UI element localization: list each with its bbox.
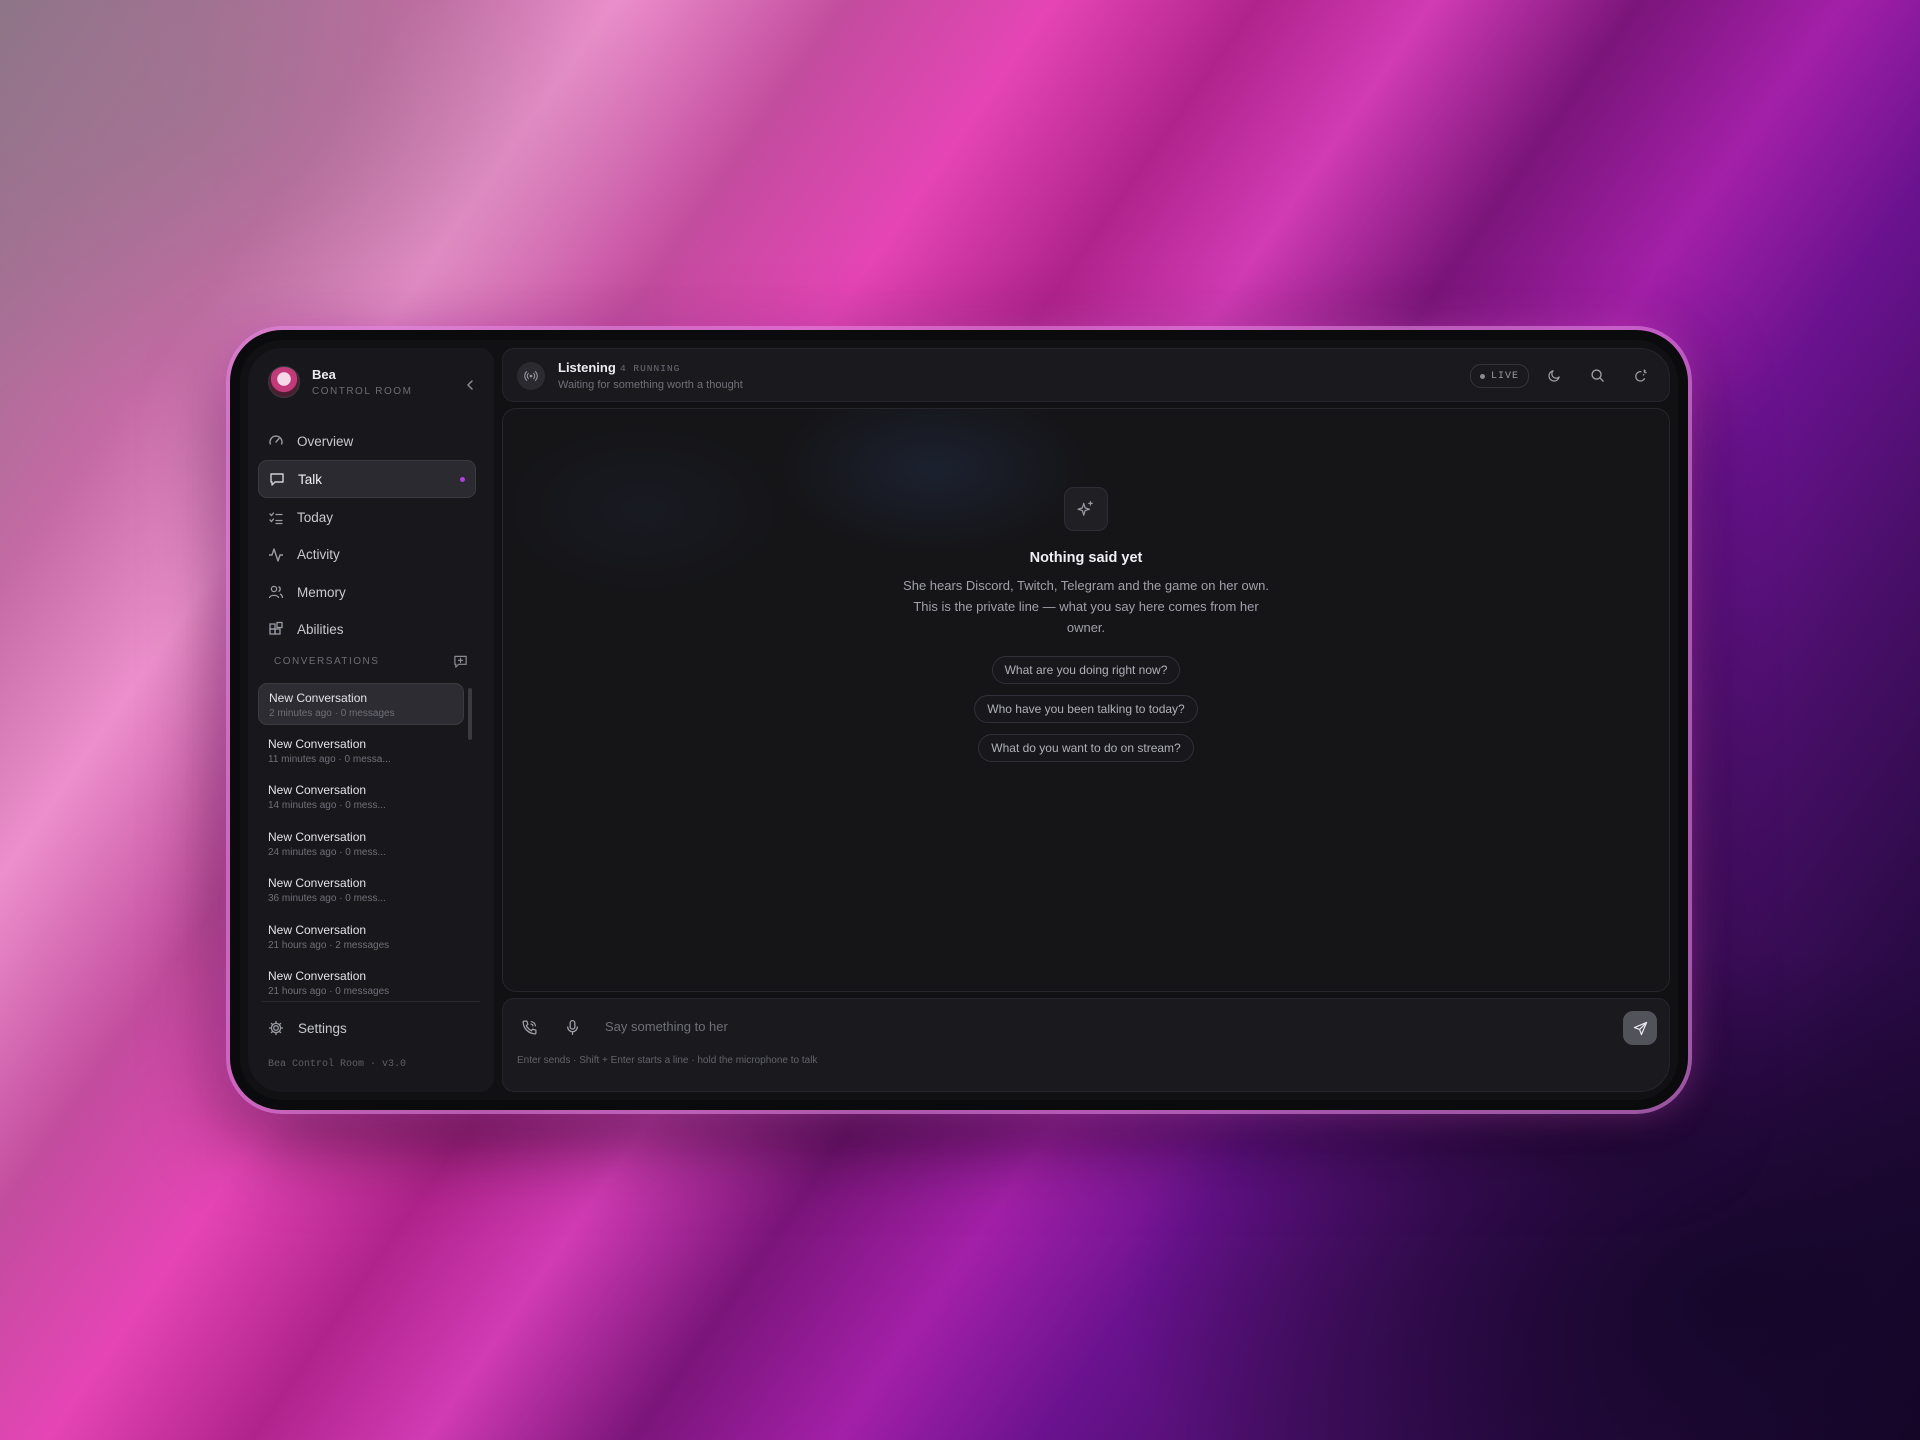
version-label: Bea Control Room · v3.0 [268,1059,407,1070]
empty-description: She hears Discord, Twitch, Telegram and … [903,578,1269,635]
microphone-icon[interactable] [564,1019,582,1037]
empty-title: Nothing said yet [1029,550,1143,566]
suggestion-list: What are you doing right now? Who have y… [503,656,1669,773]
send-button[interactable] [1623,1011,1657,1045]
status-title: Listening [558,360,616,375]
brand-subtitle: CONTROL ROOM [312,386,413,397]
nav-label: Overview [297,433,354,449]
nav-item-activity[interactable]: Activity [258,537,476,573]
nav-label: Today [297,510,334,526]
live-badge[interactable]: LIVE [1469,364,1529,388]
conversation-name: New Conversation [268,876,367,890]
sparkles-icon [1064,487,1108,531]
conversation-item[interactable]: New Conversation 21 hours ago · 0 messag… [258,962,464,1004]
live-label: LIVE [1490,370,1519,382]
suggestion-chip[interactable]: What do you want to do on stream? [978,734,1194,762]
empty-state: Nothing said yet She hears Discord, Twit… [503,487,1669,773]
conversation-item[interactable]: New Conversation 14 minutes ago · 0 mess… [258,776,464,818]
search-icon[interactable] [1586,364,1608,386]
conversation-name: New Conversation [268,922,367,937]
conversation-name: New Conversation [268,736,367,751]
message-square-icon [270,473,284,486]
conversation-item[interactable]: New Conversation 36 minutes ago · 0 mess… [258,869,464,911]
conversations-heading: CONVERSATIONS [274,656,380,667]
app-screen: Bea CONTROL ROOM Overview Talk Today Act… [240,340,1678,1100]
conversation-meta: 2 minutes ago · 0 messages [269,708,395,719]
conversation-name: New Conversation [268,783,367,797]
suggestion-chip[interactable]: Who have you been talking to today? [974,695,1198,723]
nav-label: Activity [297,547,340,563]
message-input[interactable] [603,1018,1367,1035]
broadcast-icon [517,362,545,390]
conversation-item[interactable]: New Conversation 11 minutes ago · 0 mess… [258,730,464,772]
nav-label: Memory [297,584,346,600]
conversation-name: New Conversation [268,829,367,844]
active-indicator [460,476,465,482]
settings-button[interactable]: Settings [268,1010,347,1046]
live-dot [1479,373,1485,379]
gear-icon [268,1020,284,1036]
suggestion-chip[interactable]: What are you doing right now? [991,656,1181,684]
running-count: 4 RUNNING [620,363,681,374]
conversation-name: New Conversation [269,691,368,705]
status-subtitle: Waiting for something worth a thought [558,379,743,391]
users-icon [268,585,284,599]
avatar[interactable] [268,366,300,398]
phone-call-icon[interactable] [521,1019,539,1037]
message-plus-icon[interactable] [453,654,468,669]
conversation-item[interactable]: New Conversation 24 minutes ago · 0 mess… [258,823,464,865]
nav-item-memory[interactable]: Memory [258,574,476,610]
conversation-list: New Conversation 2 minutes ago · 0 messa… [258,683,464,1009]
conversation-meta: 36 minutes ago · 0 mess... [268,893,386,904]
nav-item-overview[interactable]: Overview [258,423,476,459]
sidebar-divider [262,1001,480,1002]
status-bar: Listening 4 RUNNING Waiting for somethin… [502,348,1670,402]
conversation-item[interactable]: New Conversation 2 minutes ago · 0 messa… [258,683,464,725]
nav-item-abilities[interactable]: Abilities [258,611,476,647]
activity-icon [269,548,283,562]
conversation-meta: 21 hours ago · 0 messages [268,986,390,997]
conversation-name: New Conversation [268,969,367,983]
nav-item-today[interactable]: Today [258,500,476,536]
send-icon [1633,1021,1647,1035]
composer-hint: Enter sends · Shift + Enter starts a lin… [517,1055,818,1066]
conversation-meta: 24 minutes ago · 0 mess... [268,846,386,858]
conversation-meta: 21 hours ago · 2 messages [268,939,390,951]
conversation-meta: 14 minutes ago · 0 mess... [268,800,386,811]
app-frame: Bea CONTROL ROOM Overview Talk Today Act… [230,330,1688,1110]
main-nav: Overview Talk Today Activity Memory Abil… [258,423,476,649]
moon-icon[interactable] [1543,364,1565,386]
blocks-icon [269,622,283,636]
nav-item-talk[interactable]: Talk [258,460,476,499]
conversation-meta: 11 minutes ago · 0 messa... [268,753,391,765]
composer: Enter sends · Shift + Enter starts a lin… [502,998,1670,1092]
conversation-scrollbar[interactable] [468,688,472,740]
nav-label: Talk [298,471,323,487]
chevron-left-icon[interactable] [464,378,476,395]
list-checks-icon [269,511,283,524]
brand: Bea CONTROL ROOM [268,366,412,398]
gauge-icon [269,435,283,445]
chat-area: Nothing said yet She hears Discord, Twit… [502,408,1670,992]
nav-label: Abilities [297,621,344,637]
brand-name: Bea [312,367,336,382]
sidebar: Bea CONTROL ROOM Overview Talk Today Act… [248,348,494,1092]
theme-icon[interactable] [1629,364,1651,386]
settings-label: Settings [298,1020,347,1036]
conversations-header: CONVERSATIONS [274,654,468,669]
conversation-item[interactable]: New Conversation 21 hours ago · 2 messag… [258,916,464,958]
